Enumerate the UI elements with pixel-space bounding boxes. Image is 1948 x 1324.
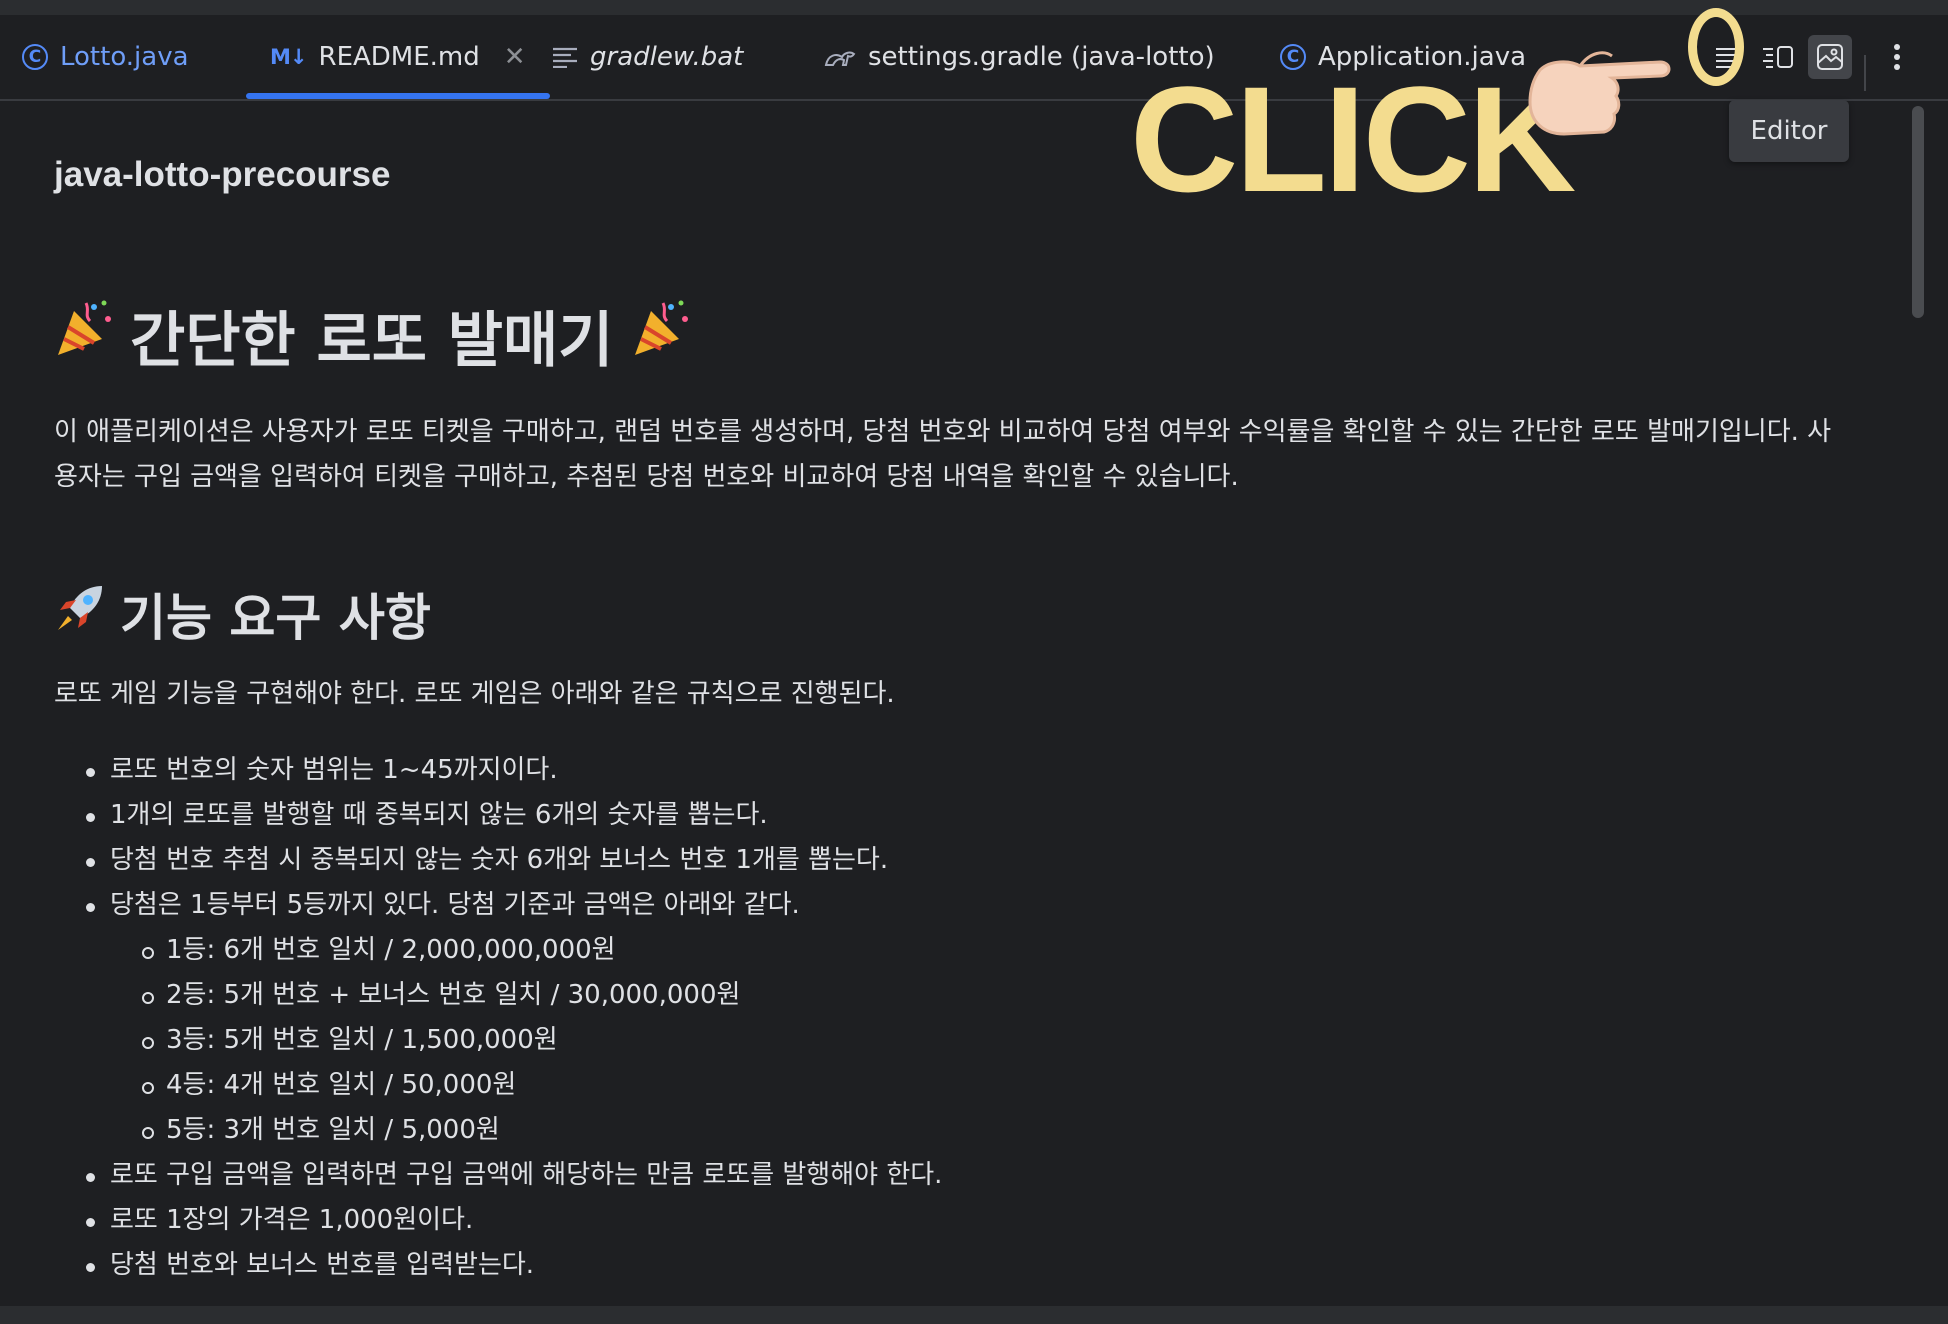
list-item: 로또 번호의 숫자 범위는 1~45까지이다. (54, 748, 1854, 793)
tab-label: README.md (318, 42, 480, 72)
sub-list-item: 3등: 5개 번호 일치 / 1,500,000원 (54, 1018, 1854, 1063)
click-annotation-text: CLICK (1130, 55, 1576, 223)
intro-line: 용자는 구입 금액을 입력하여 티켓을 구매하고, 추첨된 당첨 번호와 비교하… (54, 462, 1239, 492)
tab-label: gradlew.bat (590, 42, 744, 72)
window-bottom-strip (0, 1306, 1948, 1324)
markdown-icon: M↓ (270, 45, 307, 69)
tab-lotto-java[interactable]: C Lotto.java (22, 15, 189, 99)
editor-tooltip: Editor (1729, 100, 1849, 162)
sub-list-item: 1등: 6개 번호 일치 / 2,000,000,000원 (54, 928, 1854, 973)
close-icon[interactable]: ✕ (504, 42, 526, 72)
preview-icon (1817, 44, 1843, 70)
text-file-icon (552, 46, 578, 68)
java-class-icon: C (22, 44, 48, 70)
preview-only-button[interactable] (1808, 35, 1852, 79)
tab-label: Lotto.java (60, 42, 189, 72)
split-view-icon (1763, 46, 1793, 68)
list-item: 당첨 번호와 보너스 번호를 입력받는다. (54, 1243, 1854, 1288)
list-item: 로또 1장의 가격은 1,000원이다. (54, 1198, 1854, 1243)
intro-paragraph: 이 애플리케이션은 사용자가 로또 티켓을 구매하고, 랜덤 번호를 생성하며,… (54, 410, 1854, 500)
vertical-scrollbar[interactable] (1912, 106, 1924, 318)
section-heading: 기능 요구 사항 (54, 578, 431, 650)
more-options-button[interactable] (1875, 35, 1919, 79)
more-vertical-icon (1894, 44, 1900, 70)
project-title: java-lotto-precourse (54, 155, 391, 194)
rocket-icon (54, 582, 106, 646)
main-heading-text: 간단한 로또 발매기 (130, 306, 614, 376)
main-heading: 간단한 로또 발매기 (54, 292, 693, 379)
gradle-icon (824, 45, 856, 69)
editor-and-preview-button[interactable] (1756, 35, 1800, 79)
list-item: 당첨은 1등부터 5등까지 있다. 당첨 기준과 금액은 아래와 같다. (54, 883, 1854, 928)
sub-list-item: 2등: 5개 번호 + 보너스 번호 일치 / 30,000,000원 (54, 973, 1854, 1018)
party-popper-icon (631, 297, 693, 374)
list-item: 당첨 번호 추첨 시 중복되지 않는 숫자 6개와 보너스 번호 1개를 뽑는다… (54, 838, 1854, 883)
sub-list-item: 5등: 3개 번호 일치 / 5,000원 (54, 1108, 1854, 1153)
tab-gradlew-bat[interactable]: gradlew.bat (552, 15, 743, 99)
pointing-hand-icon (1520, 30, 1680, 144)
sub-list-item: 4등: 4개 번호 일치 / 50,000원 (54, 1063, 1854, 1108)
highlight-circle (1688, 8, 1744, 86)
list-item: 1개의 로또를 발행할 때 중복되지 않는 6개의 숫자를 뽑는다. (54, 793, 1854, 838)
section-heading-text: 기능 요구 사항 (120, 589, 431, 647)
tab-readme-md[interactable]: M↓ README.md ✕ (246, 15, 550, 99)
section-description: 로또 게임 기능을 구현해야 한다. 로또 게임은 아래와 같은 규칙으로 진행… (54, 679, 895, 709)
party-popper-icon (54, 297, 116, 374)
window-top-strip (0, 0, 1948, 15)
list-item: 로또 구입 금액을 입력하면 구입 금액에 해당하는 만큼 로또를 발행해야 한… (54, 1153, 1854, 1198)
requirements-list: 로또 번호의 숫자 범위는 1~45까지이다. 1개의 로또를 발행할 때 중복… (54, 748, 1854, 1288)
active-tab-indicator (246, 93, 550, 99)
intro-line: 이 애플리케이션은 사용자가 로또 티켓을 구매하고, 랜덤 번호를 생성하며,… (54, 417, 1832, 447)
toolbar-separator (1864, 55, 1866, 91)
